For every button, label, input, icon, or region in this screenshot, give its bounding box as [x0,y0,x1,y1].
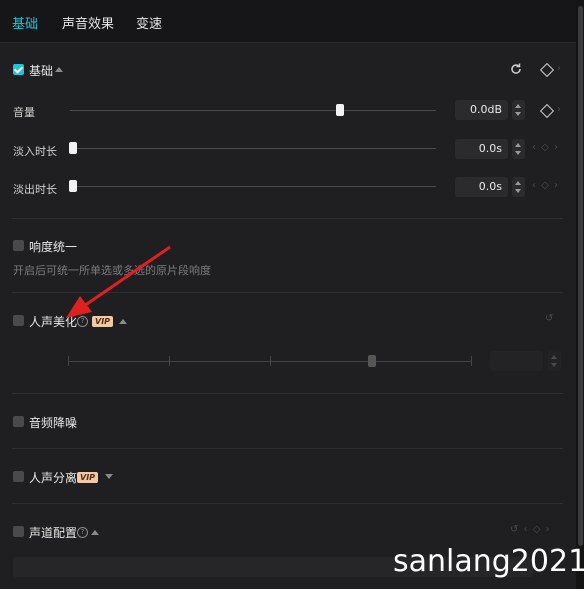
basic-checkbox[interactable] [13,64,24,75]
volume-value-field[interactable]: 0.0dB [455,100,508,120]
fade-in-keyframe-nav-icon: ‹ ◇ › [532,142,560,153]
voice-separation-checkbox[interactable] [13,471,24,482]
volume-label: 音量 [13,106,35,119]
keyframe-nav-icon: ↺ ‹ ◇ › [510,524,551,535]
voice-beautify-value-field[interactable] [490,351,543,371]
keyframe-nav-icon: › [557,63,562,74]
question-icon[interactable]: ? [77,527,88,538]
voice-beautify-slider-thumb[interactable] [368,355,376,367]
fade-out-stepper[interactable] [512,177,525,197]
slider-tick [270,356,271,366]
volume-stepper[interactable] [512,100,525,120]
fade-in-value-field[interactable]: 0.0s [455,139,508,159]
vip-badge: VIP [77,472,99,483]
fade-in-label: 淡入时长 [13,145,57,158]
fade-out-keyframe-nav-icon: ‹ ◇ › [532,180,560,191]
volume-slider-track[interactable] [70,110,436,111]
voice-beautify-checkbox[interactable] [13,315,24,326]
voice-separation-title: 人声分离 [29,471,78,485]
basic-title: 基础 [29,64,54,78]
channel-checkbox[interactable] [13,526,24,537]
slider-tick [471,356,472,366]
volume-keyframe-icon[interactable] [539,103,555,119]
tab-basic[interactable]: 基础 [12,13,38,32]
fade-in-stepper[interactable] [512,139,525,159]
volume-slider-thumb[interactable] [336,104,345,116]
fade-in-slider-track[interactable] [70,148,436,149]
keyframe-diamond-icon[interactable] [539,62,555,78]
voice-beautify-stepper[interactable] [548,351,561,371]
fade-out-slider-thumb[interactable] [69,180,77,192]
reset-icon[interactable] [509,62,523,76]
reset-icon: ↺ [545,313,555,324]
divider [12,218,563,219]
scrollbar-thumb[interactable] [578,6,583,546]
divider [12,503,563,504]
denoise-title: 音频降噪 [29,416,78,430]
divider [12,448,563,449]
fade-out-value-field[interactable]: 0.0s [455,177,508,197]
scrollbar[interactable] [576,0,584,589]
slider-tick [169,356,170,366]
fade-out-label: 淡出时长 [13,183,57,196]
fade-in-slider-thumb[interactable] [69,142,77,154]
collapse-caret-icon[interactable] [55,67,63,72]
channel-title: 声道配置 [29,526,78,540]
expand-caret-icon[interactable] [105,474,113,479]
collapse-caret-icon[interactable] [91,530,99,535]
tab-sound-effects[interactable]: 声音效果 [62,13,114,32]
annotation-arrow-icon [66,245,171,318]
watermark: sanlang2021 [393,544,584,579]
tab-speed[interactable]: 变速 [136,13,162,32]
divider [12,393,563,394]
volume-keyframe-nav-icon: › [557,104,562,115]
denoise-checkbox[interactable] [13,416,24,427]
fade-out-slider-track[interactable] [70,186,436,187]
slider-tick [68,356,69,366]
tab-bar: 基础 声音效果 变速 [0,0,576,43]
loudness-checkbox[interactable] [13,240,24,251]
